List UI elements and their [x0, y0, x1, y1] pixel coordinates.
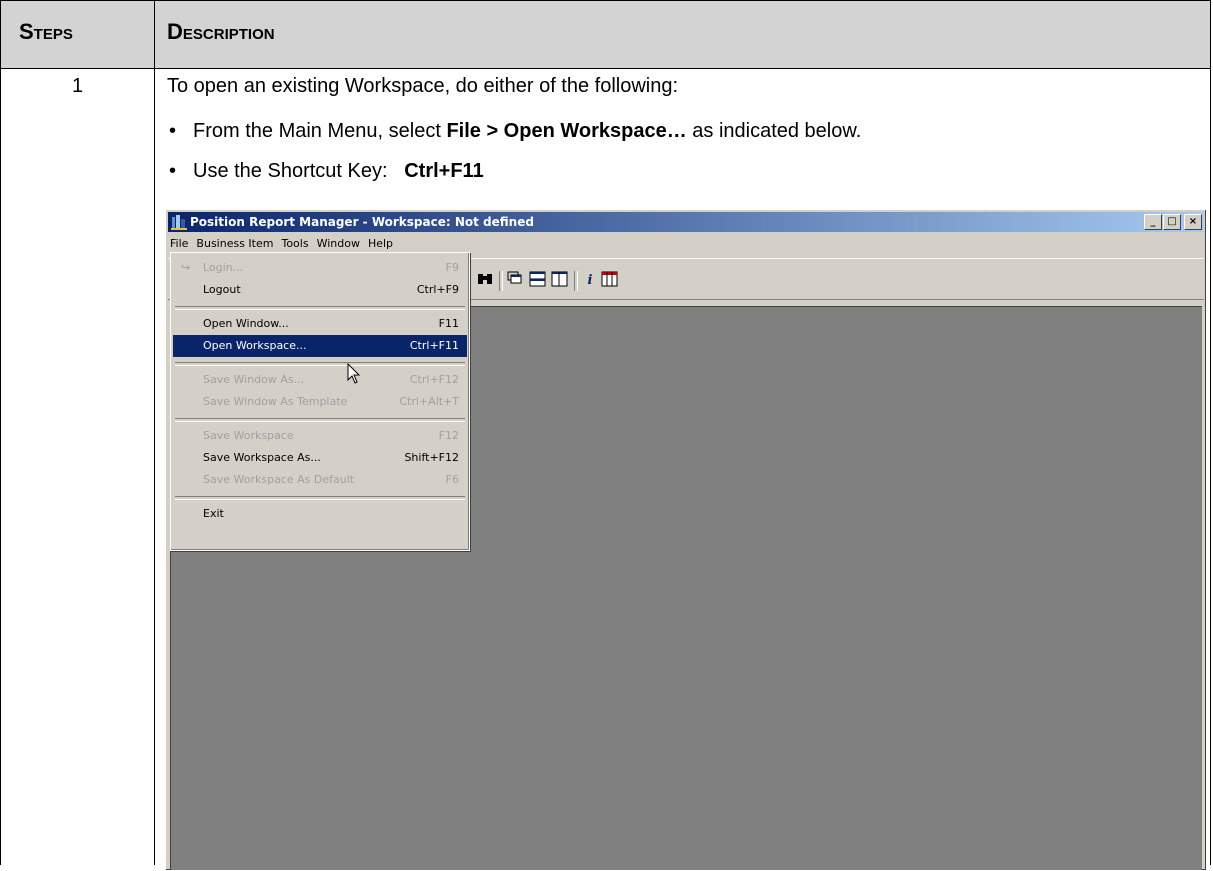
menu-item-shortcut: Ctrl+F9: [416, 283, 459, 296]
mouse-cursor-icon: [347, 363, 361, 384]
menu-item-label: Exit: [203, 507, 224, 520]
menu-item-label: Open Workspace...: [203, 339, 307, 352]
menu-item-label: Logout: [203, 283, 241, 296]
menu-item-shortcut: Ctrl+F11: [409, 339, 459, 352]
toolbar-separator: [499, 271, 503, 291]
bullet1-bold: File > Open Workspace…: [446, 120, 687, 142]
menu-item-save-workspace-as[interactable]: Save Workspace As... Shift+F12: [173, 447, 467, 469]
menu-item-label: Save Workspace As...: [203, 451, 321, 464]
menu-item-shortcut: F6: [445, 473, 459, 486]
minimize-button[interactable]: _: [1144, 214, 1162, 230]
menu-separator: [175, 362, 465, 366]
menu-bar: File Business Item Tools Window Help: [168, 234, 1204, 254]
steps-table: Steps Description 1 To open an existing …: [0, 0, 1211, 871]
menu-item-shortcut: F12: [438, 429, 459, 442]
cascade-icon[interactable]: [506, 271, 526, 291]
tile-vertical-icon[interactable]: [550, 271, 570, 291]
menu-item-label: Save Window As Template: [203, 395, 348, 408]
menu-window[interactable]: Window: [315, 237, 362, 250]
bullet-shortcut: Use the Shortcut Key: Ctrl+F11: [167, 159, 861, 199]
bullet2-pre: Use the Shortcut Key:: [193, 160, 405, 182]
menu-business-item[interactable]: Business Item: [194, 237, 275, 250]
step-intro: To open an existing Workspace, do either…: [167, 75, 679, 97]
menu-item-label: Save Workspace: [203, 429, 294, 442]
table-header: Steps Description: [1, 1, 1210, 69]
menu-item-logout[interactable]: Logout Ctrl+F9: [173, 279, 467, 301]
menu-item-shortcut: F11: [438, 317, 459, 330]
close-button[interactable]: ×: [1184, 214, 1202, 230]
menu-separator: [175, 496, 465, 500]
menu-item-save-window-as[interactable]: Save Window As... Ctrl+F12: [173, 369, 467, 391]
window-title: Position Report Manager - Workspace: Not…: [190, 215, 534, 229]
bullet1-post: as indicated below.: [686, 120, 862, 142]
step-number: 1: [71, 75, 84, 97]
bullet2-bold: Ctrl+F11: [404, 160, 484, 182]
bullet1-pre: From the Main Menu, select: [193, 120, 447, 142]
menu-separator: [175, 418, 465, 422]
menu-item-open-workspace[interactable]: Open Workspace... Ctrl+F11: [173, 335, 467, 357]
menu-item-save-workspace[interactable]: Save Workspace F12: [173, 425, 467, 447]
menu-item-shortcut: Ctrl+Alt+T: [399, 395, 459, 408]
menu-help[interactable]: Help: [366, 237, 395, 250]
menu-item-label: Save Window As...: [203, 373, 305, 386]
menu-item-shortcut: F9: [445, 261, 459, 274]
column-divider: [154, 1, 155, 865]
menu-item-label: Save Workspace As Default: [203, 473, 355, 486]
menu-item-save-workspace-as-default[interactable]: Save Workspace As Default F6: [173, 469, 467, 491]
grid-icon[interactable]: [600, 271, 620, 291]
menu-file[interactable]: File: [168, 237, 190, 250]
file-menu-dropdown: ↪ Login... F9 Logout Ctrl+F9 Open Window...…: [170, 252, 470, 551]
menu-item-login[interactable]: ↪ Login... F9: [173, 257, 467, 279]
app-icon: [171, 215, 187, 230]
tile-horizontal-icon[interactable]: [528, 271, 548, 291]
window-controls: _ □ ×: [1143, 214, 1202, 230]
app-window-screenshot: Position Report Manager - Workspace: Not…: [165, 209, 1207, 871]
maximize-button[interactable]: □: [1163, 214, 1181, 230]
menu-tools[interactable]: Tools: [279, 237, 310, 250]
menu-item-save-window-as-template[interactable]: Save Window As Template Ctrl+Alt+T: [173, 391, 467, 413]
toolbar-separator: [574, 271, 578, 291]
header-description: Description: [167, 19, 275, 44]
menu-item-label: Login...: [203, 261, 244, 274]
header-steps: Steps: [19, 19, 73, 44]
menu-separator: [175, 306, 465, 310]
menu-item-open-window[interactable]: Open Window... F11: [173, 313, 467, 335]
step-bullets: From the Main Menu, select File > Open W…: [167, 119, 861, 199]
menu-item-label: Open Window...: [203, 317, 289, 330]
login-icon: ↪: [181, 261, 191, 274]
info-icon[interactable]: i: [580, 271, 600, 291]
menu-item-shortcut: Ctrl+F12: [409, 373, 459, 386]
title-bar: Position Report Manager - Workspace: Not…: [168, 212, 1204, 232]
binoculars-icon[interactable]: [475, 271, 495, 291]
menu-item-exit[interactable]: Exit: [173, 503, 467, 525]
bullet-main-menu: From the Main Menu, select File > Open W…: [167, 119, 861, 159]
menu-item-shortcut: Shift+F12: [404, 451, 459, 464]
